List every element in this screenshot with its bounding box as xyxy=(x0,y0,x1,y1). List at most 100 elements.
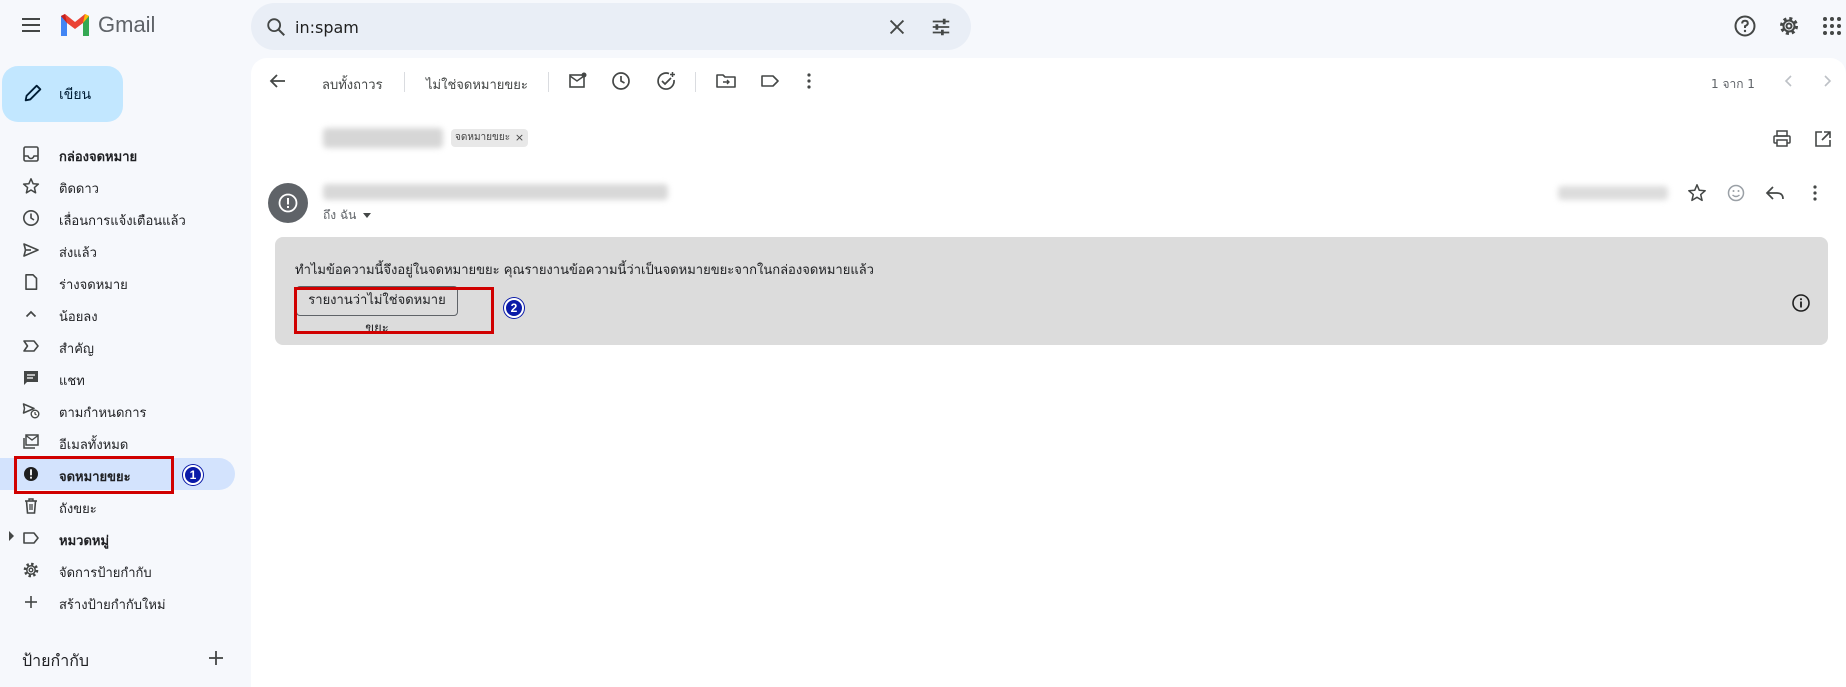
search-icon[interactable] xyxy=(265,16,287,38)
help-icon[interactable] xyxy=(1733,14,1757,38)
important-icon xyxy=(23,340,39,352)
sender-redacted xyxy=(323,184,668,200)
sidebar-item-scheduled[interactable]: ตามกำหนดการ xyxy=(0,394,235,426)
sidebar: เขียน กล่องจดหมาย ติดดาว เลื่อนการแจ้งเต… xyxy=(0,52,251,687)
labels-heading: ป้ายกำกับ xyxy=(22,651,90,670)
recipient-dropdown[interactable]: ถึง ฉัน xyxy=(323,206,372,225)
sidebar-item-label: น้อยลง xyxy=(59,310,98,325)
sidebar-item-starred[interactable]: ติดดาว xyxy=(0,170,235,202)
dropdown-arrow-icon xyxy=(363,213,372,218)
sidebar-item-inbox[interactable]: กล่องจดหมาย xyxy=(0,138,235,170)
sidebar-item-chat[interactable]: แชท xyxy=(0,362,235,394)
sidebar-item-sent[interactable]: ส่งแล้ว xyxy=(0,234,235,266)
date-redacted xyxy=(1558,186,1668,200)
sidebar-item-label: สร้างป้ายกำกับใหม่ xyxy=(59,598,166,613)
chip-label: จดหมายขยะ xyxy=(455,132,511,143)
search-options-icon[interactable] xyxy=(930,16,952,38)
annotation-badge-2: 2 xyxy=(504,298,524,318)
add-label-plus-icon[interactable] xyxy=(206,648,226,668)
spam-reason-text: ทำไมข้อความนี้จึงอยู่ในจดหมายขยะ คุณรายง… xyxy=(295,263,874,278)
sidebar-item-categories[interactable]: หมวดหมู่ xyxy=(0,522,235,554)
star-message-icon[interactable] xyxy=(1686,182,1708,204)
search-input[interactable] xyxy=(295,13,815,41)
spam-explanation-banner: ทำไมข้อความนี้จึงอยู่ในจดหมายขยะ คุณรายง… xyxy=(275,237,1828,345)
send-icon xyxy=(23,243,39,257)
subject-redacted xyxy=(323,128,443,148)
search-bar xyxy=(251,3,971,50)
sidebar-item-drafts[interactable]: ร่างจดหมาย xyxy=(0,266,235,298)
remove-label-icon[interactable]: × xyxy=(515,129,524,147)
sender-avatar[interactable] xyxy=(268,183,308,223)
sidebar-item-label: ร่างจดหมาย xyxy=(59,278,128,293)
toolbar-divider xyxy=(548,72,549,92)
info-icon[interactable] xyxy=(1791,293,1811,313)
draft-icon xyxy=(25,274,38,290)
mark-unread-icon[interactable] xyxy=(567,70,589,92)
sidebar-item-create-label[interactable]: สร้างป้ายกำกับใหม่ xyxy=(0,586,235,618)
label-tag-icon[interactable] xyxy=(759,70,781,92)
more-vert-icon[interactable] xyxy=(798,70,820,92)
top-bar: Gmail xyxy=(0,0,1846,52)
compose-button[interactable]: เขียน xyxy=(2,66,123,122)
emoji-reaction-icon[interactable] xyxy=(1725,182,1747,204)
clock-icon xyxy=(23,210,39,226)
snooze-clock-icon[interactable] xyxy=(610,70,632,92)
all-mail-icon xyxy=(23,434,39,449)
reply-icon[interactable] xyxy=(1764,182,1786,204)
sidebar-item-all-mail[interactable]: อีเมลทั้งหมด xyxy=(0,426,235,458)
label-icon xyxy=(23,532,39,544)
older-chevron-right-icon[interactable] xyxy=(1816,70,1838,92)
sidebar-item-important[interactable]: สำคัญ xyxy=(0,330,235,362)
main-menu-icon[interactable] xyxy=(18,14,44,38)
pencil-icon xyxy=(24,84,42,102)
gear-icon xyxy=(23,562,39,578)
sidebar-item-label: ติดดาว xyxy=(59,182,99,197)
nav-list: กล่องจดหมาย ติดดาว เลื่อนการแจ้งเตือนแล้… xyxy=(0,138,251,618)
scheduled-icon xyxy=(22,403,40,419)
sidebar-item-label: อีเมลทั้งหมด xyxy=(59,438,129,453)
settings-gear-icon[interactable] xyxy=(1777,14,1801,38)
pager-text: 1 จาก 1 xyxy=(1711,77,1755,91)
message-more-vert-icon[interactable] xyxy=(1804,182,1826,204)
sidebar-item-label: เลื่อนการแจ้งเตือนแล้ว xyxy=(59,214,186,229)
recipient-label: ถึง ฉัน xyxy=(323,208,357,222)
trash-icon xyxy=(25,498,37,514)
annotation-badge-1: 1 xyxy=(183,465,203,485)
star-icon xyxy=(22,178,40,194)
clear-search-icon[interactable] xyxy=(886,16,908,38)
sidebar-item-trash[interactable]: ถังขยะ xyxy=(0,490,235,522)
gmail-m-icon xyxy=(61,14,89,36)
sidebar-item-label: หมวดหมู่ xyxy=(59,534,110,549)
sidebar-item-snoozed[interactable]: เลื่อนการแจ้งเตือนแล้ว xyxy=(0,202,235,234)
plus-icon xyxy=(25,596,37,608)
app-name: Gmail xyxy=(98,12,156,37)
not-spam-button[interactable]: ไม่ใช่จดหมายขยะ xyxy=(426,74,528,95)
warning-icon xyxy=(278,193,298,213)
spam-label-chip: จดหมายขยะ × xyxy=(451,129,529,147)
main-panel: ลบทั้งถาวร ไม่ใช่จดหมายขยะ 1 จาก 1 จดหมา… xyxy=(251,58,1846,687)
delete-forever-button[interactable]: ลบทั้งถาวร xyxy=(322,74,383,95)
sidebar-item-label: สำคัญ xyxy=(59,342,95,357)
apps-grid-icon[interactable] xyxy=(1820,14,1844,38)
sidebar-item-manage-labels[interactable]: จัดการป้ายกำกับ xyxy=(0,554,235,586)
back-arrow-icon[interactable] xyxy=(267,70,289,92)
move-to-folder-icon[interactable] xyxy=(715,70,737,92)
add-to-tasks-icon[interactable] xyxy=(655,70,677,92)
annotation-box-1 xyxy=(14,456,174,494)
expand-arrow-icon[interactable] xyxy=(9,531,14,541)
compose-label: เขียน xyxy=(59,87,92,103)
newer-chevron-left-icon[interactable] xyxy=(1778,70,1800,92)
gmail-logo[interactable]: Gmail xyxy=(59,12,155,38)
sidebar-item-label: ตามกำหนดการ xyxy=(59,406,147,421)
print-icon[interactable] xyxy=(1771,128,1793,150)
chevron-up-icon xyxy=(25,310,37,318)
open-in-new-window-icon[interactable] xyxy=(1812,128,1834,150)
inbox-icon xyxy=(23,146,39,162)
sidebar-item-less[interactable]: น้อยลง xyxy=(0,298,235,330)
sidebar-item-label: ถังขยะ xyxy=(59,502,97,517)
toolbar-divider xyxy=(695,72,696,92)
annotation-box-2 xyxy=(294,287,494,334)
sidebar-item-label: ส่งแล้ว xyxy=(59,246,97,261)
chat-icon xyxy=(24,371,38,385)
sidebar-item-label: จัดการป้ายกำกับ xyxy=(59,566,152,581)
